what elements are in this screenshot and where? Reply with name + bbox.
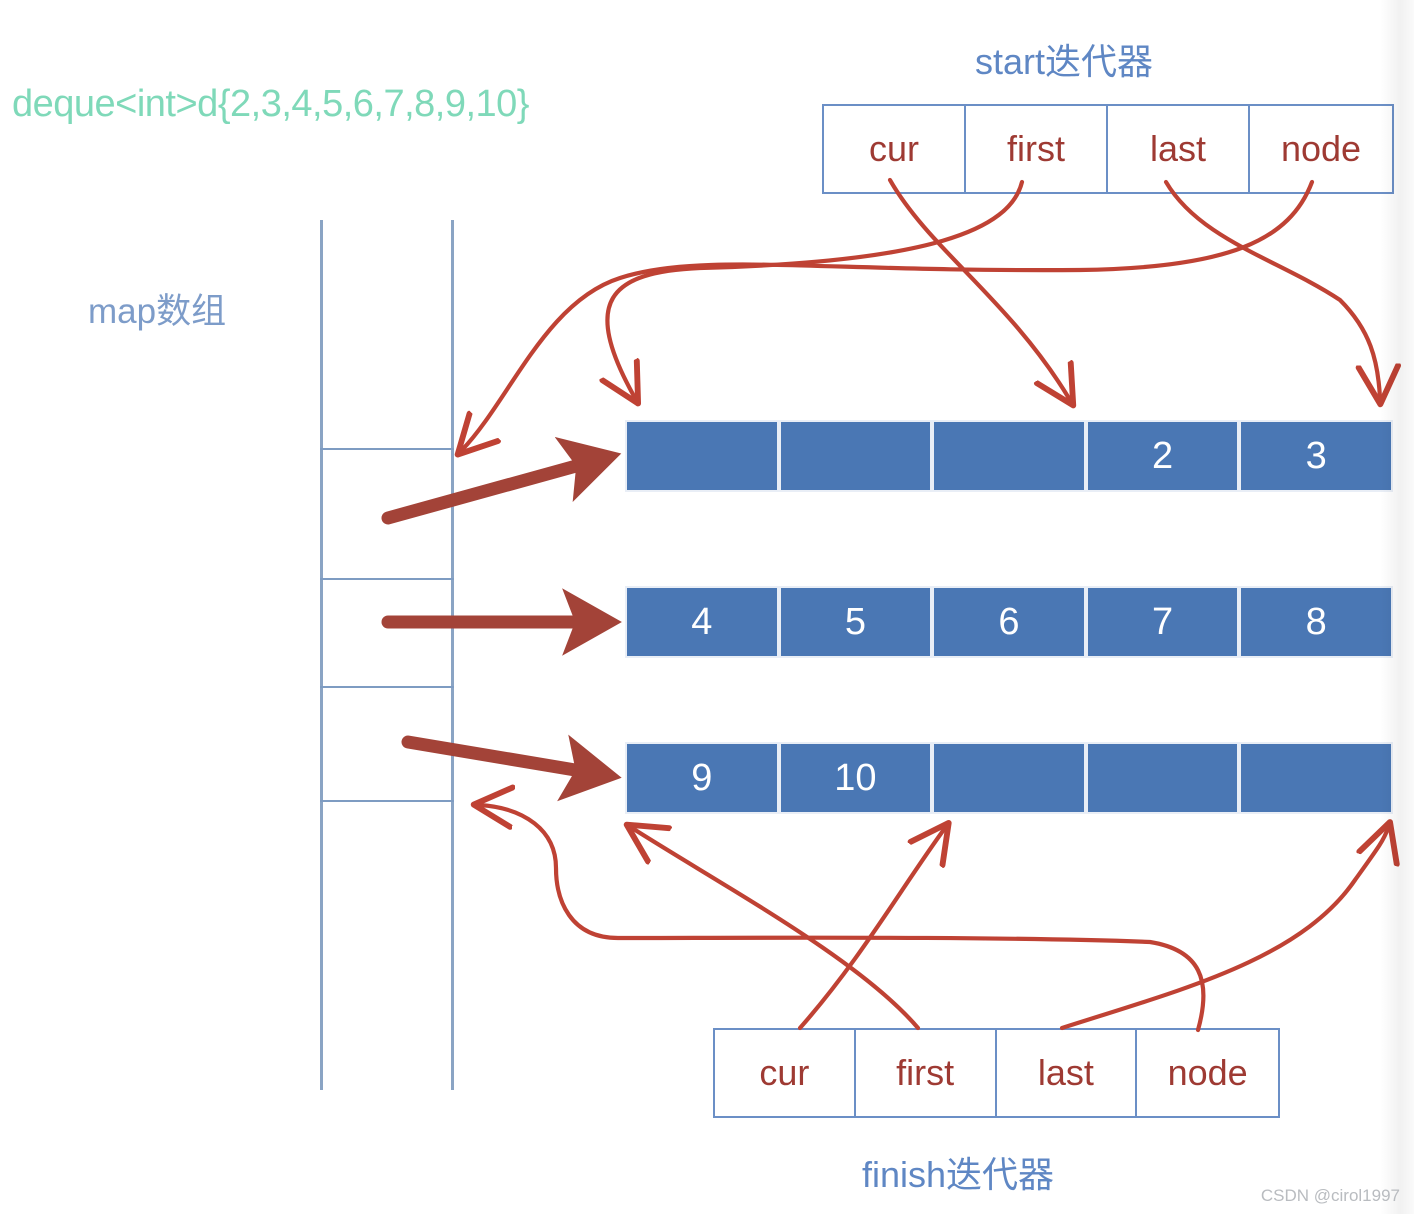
arrow-start-last xyxy=(1163,179,1380,398)
finish-iterator-field-node: node xyxy=(1137,1030,1278,1116)
buffer-1-cell-1 xyxy=(778,420,933,492)
deque-buffer-1: 2 3 xyxy=(625,420,1393,492)
arrow-finish-first xyxy=(632,828,921,1031)
start-iterator-title: start迭代器 xyxy=(975,41,1154,82)
deque-buffer-2: 4 5 6 7 8 xyxy=(625,586,1393,658)
map-array-divider-2 xyxy=(320,578,454,580)
arrow-start-first xyxy=(607,179,1025,398)
arrow-finish-cur xyxy=(797,828,945,1031)
map-array-column xyxy=(320,220,454,1090)
arrow-finish-node xyxy=(480,805,1206,1033)
arrow-start-node xyxy=(462,179,1315,450)
finish-iterator-title: finish迭代器 xyxy=(862,1154,1055,1195)
start-iterator-field-first: first xyxy=(966,106,1108,192)
buffer-2-cell-3: 7 xyxy=(1085,586,1240,658)
map-array-divider-3 xyxy=(320,686,454,688)
diagram-canvas: deque<int>d{2,3,4,5,6,7,8,9,10} map数组 st… xyxy=(0,0,1414,1214)
buffer-2-cell-4: 8 xyxy=(1239,586,1393,658)
buffer-2-cell-1: 5 xyxy=(778,586,933,658)
buffer-3-cell-4 xyxy=(1239,742,1393,814)
finish-iterator-field-last: last xyxy=(996,1030,1138,1116)
map-array-divider-4 xyxy=(320,800,454,802)
map-array-divider-1 xyxy=(320,448,454,450)
start-iterator-field-last: last xyxy=(1108,106,1250,192)
arrow-finish-last xyxy=(1059,828,1388,1031)
buffer-1-cell-2 xyxy=(932,420,1086,492)
buffer-3-cell-3 xyxy=(1085,742,1240,814)
buffer-1-cell-0 xyxy=(625,420,779,492)
map-array-label: map数组 xyxy=(88,292,227,331)
start-iterator-field-cur: cur xyxy=(824,106,966,192)
code-caption: deque<int>d{2,3,4,5,6,7,8,9,10} xyxy=(12,83,530,125)
start-iterator-field-node: node xyxy=(1250,106,1392,192)
buffer-1-cell-3: 2 xyxy=(1085,420,1240,492)
buffer-3-cell-2 xyxy=(932,742,1086,814)
buffer-3-cell-1: 10 xyxy=(778,742,933,814)
deque-buffer-3: 9 10 xyxy=(625,742,1393,814)
finish-iterator-struct: cur first last node xyxy=(713,1028,1280,1118)
finish-iterator-field-first: first xyxy=(855,1030,997,1116)
buffer-2-cell-0: 4 xyxy=(625,586,779,658)
buffer-2-cell-2: 6 xyxy=(932,586,1086,658)
start-iterator-struct: cur first last node xyxy=(822,104,1394,194)
arrow-start-cur xyxy=(887,177,1070,400)
buffer-3-cell-0: 9 xyxy=(625,742,779,814)
finish-iterator-field-cur: cur xyxy=(715,1030,856,1116)
watermark: CSDN @cirol1997 xyxy=(1260,1186,1400,1205)
buffer-1-cell-4: 3 xyxy=(1239,420,1393,492)
